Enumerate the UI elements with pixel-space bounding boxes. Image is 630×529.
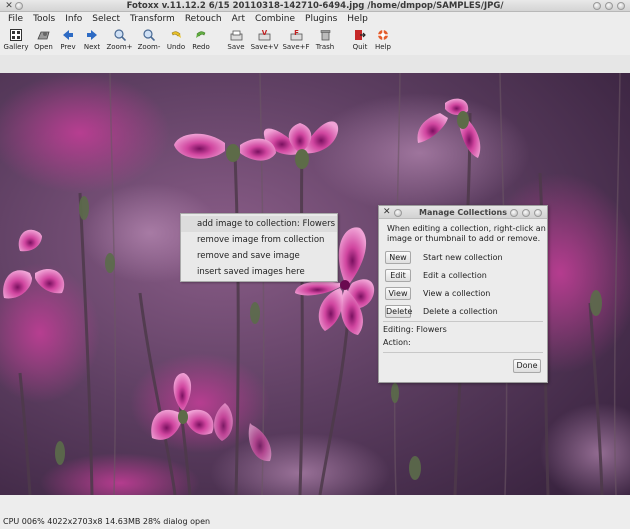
menu-combine[interactable]: Combine bbox=[250, 12, 300, 27]
toolbar-separator bbox=[214, 27, 224, 55]
dialog-divider bbox=[383, 352, 543, 353]
toolbar-spacer bbox=[0, 55, 630, 73]
menu-info[interactable]: Info bbox=[60, 12, 87, 27]
gallery-icon bbox=[9, 28, 24, 42]
manage-collections-dialog: ✕ Manage Collections When editing a coll… bbox=[378, 205, 548, 383]
prev-arrow-icon bbox=[61, 28, 76, 42]
bottom-spacer bbox=[0, 495, 630, 514]
done-button[interactable]: Done bbox=[513, 359, 541, 373]
redo-icon bbox=[194, 28, 209, 42]
menu-tools[interactable]: Tools bbox=[28, 12, 60, 27]
edit-description: Edit a collection bbox=[423, 270, 487, 280]
action-status: Action: bbox=[383, 338, 411, 348]
view-description: View a collection bbox=[423, 288, 491, 298]
save-button[interactable]: Save bbox=[224, 27, 248, 55]
menu-item-remove-and-save[interactable]: remove and save image bbox=[181, 248, 337, 264]
menu-art[interactable]: Art bbox=[227, 12, 250, 27]
trash-icon bbox=[318, 28, 333, 42]
dialog-minimize-icon[interactable] bbox=[510, 209, 518, 217]
menu-plugins[interactable]: Plugins bbox=[300, 12, 342, 27]
undo-icon bbox=[169, 28, 184, 42]
quit-icon bbox=[353, 28, 368, 42]
toolbar-separator bbox=[339, 27, 349, 55]
menubar: File Tools Info Select Transform Retouch… bbox=[0, 12, 630, 27]
help-button[interactable]: Help bbox=[372, 27, 394, 55]
zoom-out-button[interactable]: Zoom- bbox=[135, 27, 163, 55]
prev-button[interactable]: Prev bbox=[57, 27, 79, 55]
editing-label: Editing: bbox=[383, 325, 414, 334]
save-file-button[interactable]: F Save+F bbox=[281, 27, 311, 55]
menu-transform[interactable]: Transform bbox=[125, 12, 180, 27]
dialog-maximize-icon[interactable] bbox=[522, 209, 530, 217]
window-title: Fotoxx v.11.12.2 6/15 20110318-142710-64… bbox=[126, 1, 504, 11]
redo-button[interactable]: Redo bbox=[189, 27, 213, 55]
toolbar: Gallery Open Prev Next Zoom+ Zoom- Undo … bbox=[0, 27, 630, 55]
quit-button[interactable]: Quit bbox=[349, 27, 371, 55]
view-button[interactable]: View bbox=[385, 286, 411, 300]
undo-button[interactable]: Undo bbox=[164, 27, 188, 55]
help-icon bbox=[376, 28, 391, 42]
menu-help[interactable]: Help bbox=[342, 12, 373, 27]
context-menu: add image to collection: Flowers remove … bbox=[180, 213, 338, 282]
svg-text:F: F bbox=[294, 29, 299, 37]
menu-item-remove-from-collection[interactable]: remove image from collection bbox=[181, 232, 337, 248]
dialog-row-edit: Edit Edit a collection bbox=[385, 268, 487, 282]
dialog-row-delete: Delete Delete a collection bbox=[385, 304, 498, 318]
dialog-titlebar: ✕ Manage Collections bbox=[379, 206, 547, 219]
save-version-button[interactable]: V Save+V bbox=[249, 27, 280, 55]
window-titlebar: ✕ Fotoxx v.11.12.2 6/15 20110318-142710-… bbox=[0, 0, 630, 12]
menu-retouch[interactable]: Retouch bbox=[180, 12, 227, 27]
editing-value: Flowers bbox=[416, 325, 447, 334]
menu-file[interactable]: File bbox=[3, 12, 28, 27]
delete-description: Delete a collection bbox=[423, 306, 498, 316]
zoom-in-button[interactable]: Zoom+ bbox=[105, 27, 134, 55]
delete-button[interactable]: Delete bbox=[385, 304, 412, 318]
new-description: Start new collection bbox=[423, 252, 503, 262]
trash-button[interactable]: Trash bbox=[312, 27, 338, 55]
svg-text:V: V bbox=[262, 29, 268, 37]
open-button[interactable]: Open bbox=[31, 27, 56, 55]
dialog-help-text: When editing a collection, right-click a… bbox=[387, 224, 546, 243]
gallery-button[interactable]: Gallery bbox=[2, 27, 30, 55]
dialog-row-view: View View a collection bbox=[385, 286, 490, 300]
save-icon bbox=[229, 28, 244, 42]
new-button[interactable]: New bbox=[385, 250, 411, 264]
dialog-divider bbox=[383, 321, 543, 322]
maximize-icon[interactable] bbox=[605, 2, 613, 10]
zoom-in-icon bbox=[112, 28, 127, 42]
edit-button[interactable]: Edit bbox=[385, 268, 411, 282]
next-button[interactable]: Next bbox=[80, 27, 104, 55]
action-label: Action: bbox=[383, 338, 411, 347]
save-version-icon: V bbox=[257, 28, 272, 42]
save-file-icon: F bbox=[289, 28, 304, 42]
editing-status: Editing: Flowers bbox=[383, 325, 447, 335]
menu-select[interactable]: Select bbox=[87, 12, 125, 27]
close-icon[interactable] bbox=[617, 2, 625, 10]
next-arrow-icon bbox=[85, 28, 100, 42]
dialog-close-icon[interactable] bbox=[534, 209, 542, 217]
statusbar: CPU 006% 4022x2703x8 14.63MB 28% dialog … bbox=[0, 514, 630, 529]
zoom-out-icon bbox=[142, 28, 157, 42]
dialog-row-new: New Start new collection bbox=[385, 250, 503, 264]
open-icon bbox=[36, 28, 51, 42]
minimize-icon[interactable] bbox=[593, 2, 601, 10]
menu-item-add-to-collection[interactable]: add image to collection: Flowers bbox=[181, 216, 337, 232]
menu-item-insert-saved[interactable]: insert saved images here bbox=[181, 264, 337, 280]
